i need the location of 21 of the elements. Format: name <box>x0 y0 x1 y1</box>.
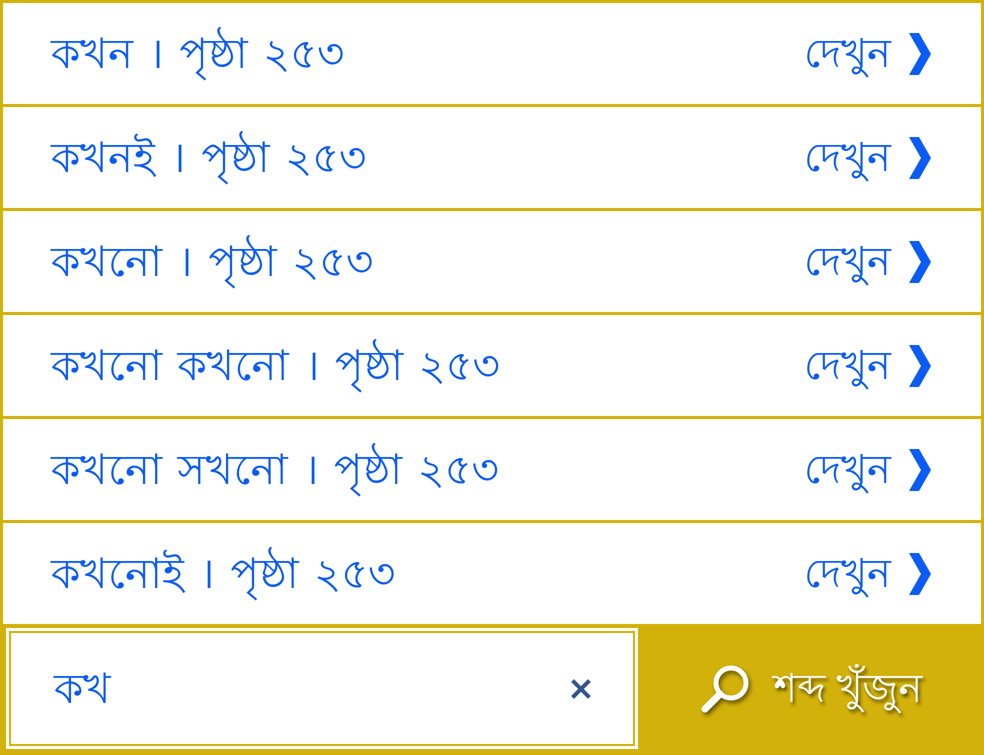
result-text: কখনো । পৃষ্ঠা ২৫৩ <box>51 228 374 296</box>
view-link[interactable]: দেখুন <box>804 22 931 86</box>
view-link[interactable]: দেখুন <box>804 438 931 502</box>
chevron-right-icon <box>909 136 931 178</box>
view-link[interactable]: দেখুন <box>804 542 931 606</box>
result-text: কখনো কখনো । পৃষ্ঠা ২৫৩ <box>51 332 500 400</box>
result-text: কখনই । পৃষ্ঠা ২৫৩ <box>51 124 366 192</box>
search-icon <box>699 662 752 714</box>
view-link[interactable]: দেখুন <box>804 230 931 294</box>
close-icon <box>571 678 591 698</box>
view-link[interactable]: দেখুন <box>804 126 931 190</box>
chevron-right-icon <box>909 32 931 74</box>
search-field[interactable]: কখ <box>6 628 638 749</box>
chevron-right-icon <box>909 552 931 594</box>
result-text: কখনো সখনো । পৃষ্ঠা ২৫৩ <box>51 436 499 504</box>
result-text: কখন । পৃষ্ঠা ২৫৩ <box>51 20 344 88</box>
chevron-right-icon <box>909 344 931 386</box>
chevron-right-icon <box>909 240 931 282</box>
view-link[interactable]: দেখুন <box>804 334 931 398</box>
chevron-right-icon <box>909 448 931 490</box>
result-text: কখনোই । পৃষ্ঠা ২৫৩ <box>51 540 396 608</box>
